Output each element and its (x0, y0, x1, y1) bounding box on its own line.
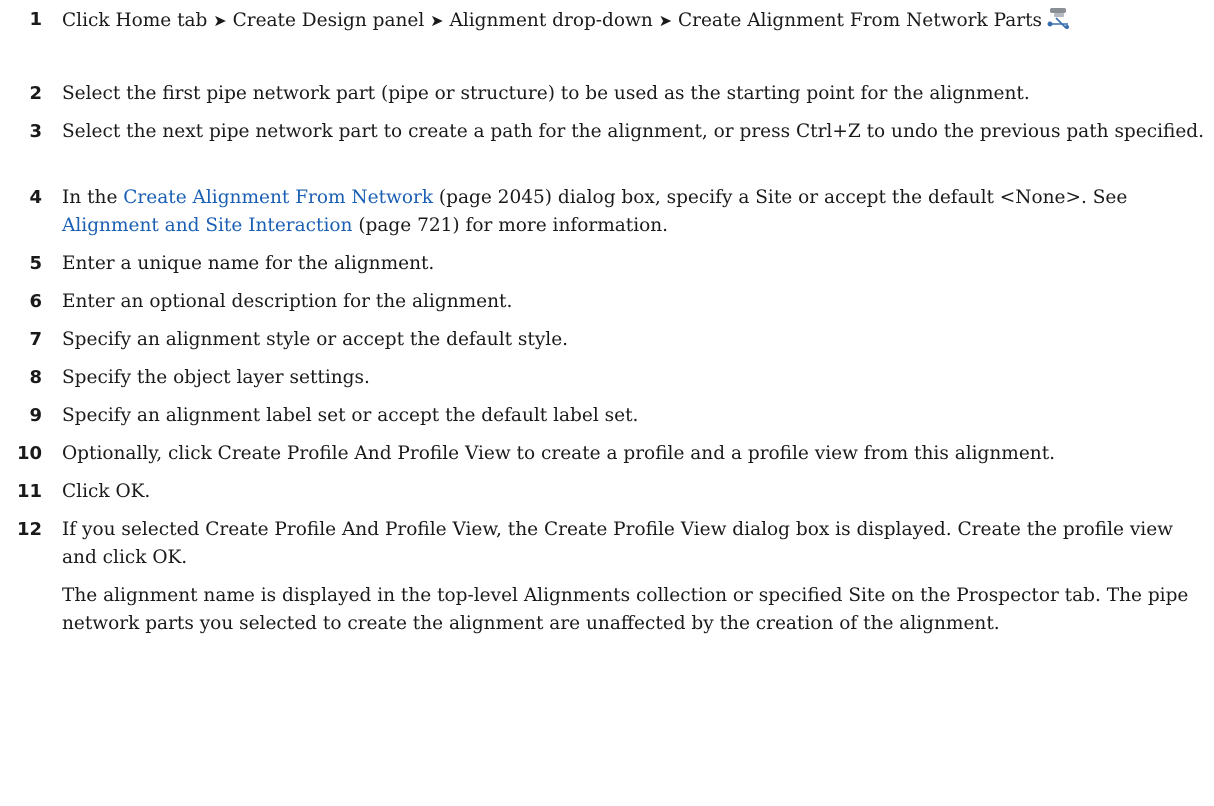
step-number: 11 (16, 481, 42, 502)
step-number: 8 (29, 367, 42, 388)
step-number: 5 (29, 253, 42, 274)
step-text-part: Click Home tab (62, 10, 214, 31)
menu-arrow-icon: ➤ (658, 11, 673, 30)
result-text: The alignment name is displayed in the t… (62, 585, 1189, 634)
step-text: If you selected Create Profile And Profi… (62, 519, 1173, 568)
step-text: Enter a unique name for the alignment. (62, 253, 435, 274)
step-number: 4 (29, 187, 42, 208)
step-text-part: Alignment drop-down (443, 10, 659, 31)
step-number: 3 (29, 121, 42, 142)
step-text-part: (page 2045) dialog box, specify a Site o… (433, 187, 1128, 208)
step-number: 6 (29, 291, 42, 312)
instruction-page: 1 Click Home tab ➤ Create Design panel ➤… (0, 0, 1214, 806)
step-text-part: In the (62, 187, 124, 208)
step-text: Specify the object layer settings. (62, 367, 370, 388)
step-number: 12 (16, 519, 42, 540)
step-text-part: Create Design panel (226, 10, 431, 31)
step-text: Select the next pipe network part to cre… (62, 121, 1205, 142)
step-text: In the Create Alignment From Network (pa… (62, 184, 1207, 240)
step-number: 2 (29, 83, 42, 104)
step-text-part: (page 721) for more information. (352, 215, 669, 236)
step-number: 10 (16, 443, 42, 464)
step-text: Specify an alignment label set or accept… (62, 405, 639, 426)
step-text-part: Create Alignment From Network Parts (672, 10, 1043, 31)
step-text: Optionally, click Create Profile And Pro… (62, 443, 1056, 464)
create-alignment-from-network-link[interactable]: Create Alignment From Network (123, 187, 433, 208)
menu-arrow-icon: ➤ (430, 11, 444, 30)
step-text: Click OK. (62, 481, 151, 502)
create-alignment-from-network-parts-icon[interactable] (1046, 6, 1072, 39)
alignment-and-site-interaction-link[interactable]: Alignment and Site Interaction (62, 215, 352, 236)
step-number: 7 (29, 329, 42, 350)
step-text: Specify an alignment style or accept the… (62, 329, 569, 350)
step-text: Enter an optional description for the al… (62, 291, 513, 312)
menu-arrow-icon: ➤ (213, 11, 227, 30)
step-text: Click Home tab ➤ Create Design panel ➤ A… (62, 6, 1207, 39)
step-number: 9 (29, 405, 42, 426)
step-text: Select the first pipe network part (pipe… (62, 83, 1030, 104)
step-number: 1 (29, 9, 42, 30)
